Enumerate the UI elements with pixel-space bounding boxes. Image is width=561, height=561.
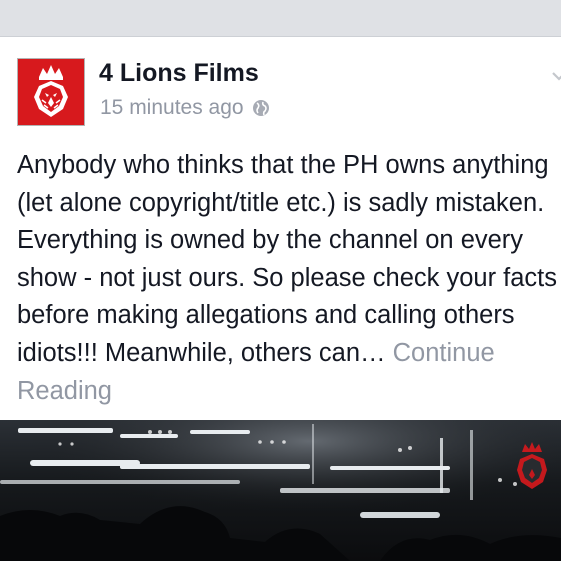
- lion-crown-logo-icon: [18, 59, 84, 125]
- page-avatar[interactable]: [17, 58, 85, 126]
- post-card: 4 Lions Films 15 minutes ago Anybody who…: [0, 37, 561, 561]
- top-bar: [0, 0, 561, 37]
- post-timestamp[interactable]: 15 minutes ago: [100, 96, 244, 120]
- post-body-text: Anybody who thinks that the PH owns anyt…: [17, 151, 558, 367]
- post-body: Anybody who thinks that the PH owns anyt…: [17, 147, 561, 410]
- post-meta: 15 minutes ago: [100, 96, 270, 120]
- page-name-link[interactable]: 4 Lions Films: [99, 59, 259, 88]
- chevron-down-icon[interactable]: [551, 68, 561, 84]
- concert-photo-image: [0, 420, 561, 561]
- post-photo[interactable]: [0, 420, 561, 561]
- globe-icon: [252, 100, 269, 116]
